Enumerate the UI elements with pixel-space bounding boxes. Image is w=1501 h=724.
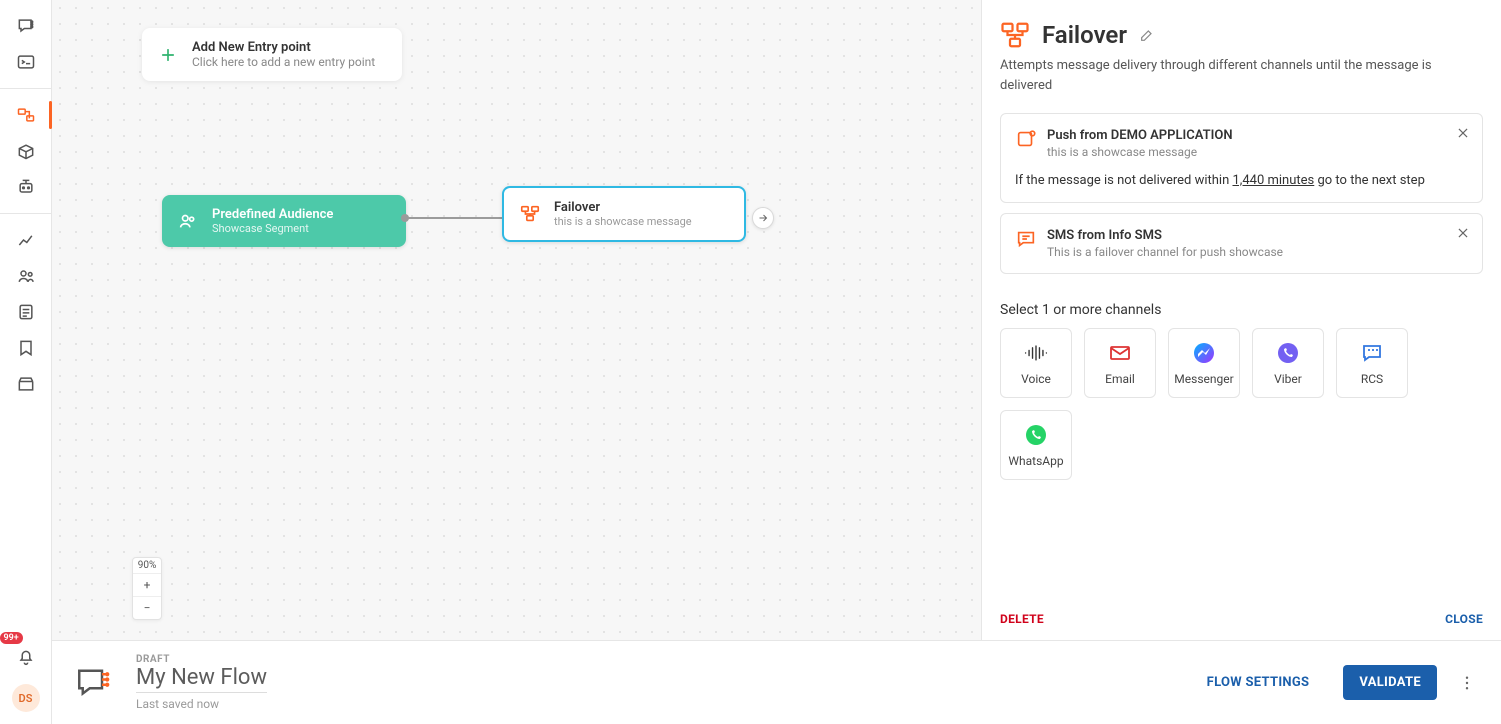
flow-status: DRAFT: [136, 654, 267, 665]
audience-icon: [176, 209, 200, 233]
rcs-icon: [1359, 340, 1385, 366]
whatsapp-icon: [1023, 422, 1049, 448]
flow-saved: Last saved now: [136, 697, 267, 711]
main: Add New Entry point Click here to add a …: [52, 0, 1501, 724]
panel-header: Failover: [1000, 20, 1483, 50]
delete-button[interactable]: DELETE: [1000, 612, 1044, 626]
more-menu-button[interactable]: [1455, 671, 1479, 695]
viber-icon: [1275, 340, 1301, 366]
channel-voice[interactable]: Voice: [1000, 328, 1072, 398]
zoom-control: 90% + −: [132, 557, 162, 620]
workspace: Add New Entry point Click here to add a …: [52, 0, 1501, 640]
zoom-out-button[interactable]: −: [133, 596, 161, 619]
push-icon: [1015, 128, 1037, 150]
close-icon: [1456, 126, 1470, 140]
channel-rcs[interactable]: RCS: [1336, 328, 1408, 398]
step-remove-button[interactable]: [1454, 224, 1472, 242]
rail-item-people[interactable]: [8, 258, 44, 294]
edit-title-button[interactable]: [1139, 27, 1155, 43]
failover-icon: [1000, 20, 1030, 50]
store-icon: [16, 374, 36, 394]
package-icon: [16, 141, 36, 161]
channel-email[interactable]: Email: [1084, 328, 1156, 398]
plus-icon: [156, 43, 180, 67]
messenger-icon: [1191, 340, 1217, 366]
close-panel-button[interactable]: CLOSE: [1445, 612, 1483, 626]
step-rule: If the message is not delivered within 1…: [1015, 173, 1468, 188]
flow-bottom-icon: [74, 662, 116, 704]
rail-item-bookmark[interactable]: [8, 330, 44, 366]
rail-item-bot[interactable]: [8, 169, 44, 205]
channel-viber[interactable]: Viber: [1252, 328, 1324, 398]
notifications-button[interactable]: 99+: [8, 638, 44, 674]
channels-label: Select 1 or more channels: [1000, 302, 1483, 318]
channel-whatsapp[interactable]: WhatsApp: [1000, 410, 1072, 480]
user-avatar[interactable]: DS: [12, 684, 40, 712]
zoom-in-button[interactable]: +: [133, 574, 161, 596]
rail-item-analytics[interactable]: [8, 222, 44, 258]
channel-messenger[interactable]: Messenger: [1168, 328, 1240, 398]
bookmark-icon: [16, 338, 36, 358]
panel-description: Attempts message delivery through differ…: [1000, 56, 1483, 95]
rail-item-flow[interactable]: [8, 97, 44, 133]
node-audience[interactable]: Predefined Audience Showcase Segment: [162, 195, 406, 247]
step-remove-button[interactable]: [1454, 124, 1472, 142]
rail-item-list[interactable]: [8, 294, 44, 330]
clipboard-icon: [16, 302, 36, 322]
flow-icon: [16, 105, 36, 125]
add-entry-subtitle: Click here to add a new entry point: [192, 55, 375, 69]
flow-settings-button[interactable]: FLOW SETTINGS: [1191, 665, 1326, 700]
add-entry-point-card[interactable]: Add New Entry point Click here to add a …: [142, 28, 402, 81]
node-failover-subtitle: this is a showcase message: [554, 215, 692, 228]
speech-bubble-icon: [16, 16, 36, 36]
rail-item-store[interactable]: [8, 366, 44, 402]
close-icon: [1456, 226, 1470, 240]
arrow-right-icon: [757, 212, 769, 224]
panel-title: Failover: [1042, 21, 1127, 49]
bell-icon: [16, 646, 36, 666]
node-failover[interactable]: Failover this is a showcase message: [502, 186, 746, 242]
node-audience-subtitle: Showcase Segment: [212, 222, 333, 235]
step-subtitle: This is a failover channel for push show…: [1047, 245, 1283, 259]
failover-icon: [518, 202, 542, 226]
validate-button[interactable]: VALIDATE: [1343, 665, 1437, 700]
terminal-icon: [16, 52, 36, 72]
sms-icon: [1015, 228, 1037, 250]
side-panel: Failover Attempts message delivery throu…: [981, 0, 1501, 640]
node-out-port[interactable]: [752, 207, 774, 229]
rail-item-conversations[interactable]: [8, 8, 44, 44]
rail-item-box[interactable]: [8, 133, 44, 169]
rail-item-broadcast[interactable]: [8, 44, 44, 80]
left-rail: 99+ DS: [0, 0, 52, 724]
bot-icon: [16, 177, 36, 197]
bottom-actions: FLOW SETTINGS VALIDATE: [1191, 665, 1479, 700]
step-card-push[interactable]: Push from DEMO APPLICATION this is a sho…: [1000, 113, 1483, 203]
flow-name[interactable]: My New Flow: [136, 665, 267, 693]
node-audience-title: Predefined Audience: [212, 207, 333, 222]
voice-icon: [1023, 340, 1049, 366]
people-icon: [16, 266, 36, 286]
node-failover-title: Failover: [554, 200, 692, 215]
chart-line-icon: [16, 230, 36, 250]
flow-meta: DRAFT My New Flow Last saved now: [136, 654, 267, 711]
bottom-bar: DRAFT My New Flow Last saved now FLOW SE…: [52, 640, 1501, 724]
pencil-icon: [1139, 27, 1155, 43]
add-entry-title: Add New Entry point: [192, 40, 375, 55]
step-card-sms[interactable]: SMS from Info SMS This is a failover cha…: [1000, 213, 1483, 274]
kebab-icon: [1458, 674, 1476, 692]
step-rule-value[interactable]: 1,440 minutes: [1232, 173, 1314, 188]
notification-badge: 99+: [0, 632, 23, 644]
canvas[interactable]: Add New Entry point Click here to add a …: [52, 0, 981, 640]
node-connector: [406, 217, 502, 219]
step-title: Push from DEMO APPLICATION: [1047, 128, 1233, 143]
channel-grid: Voice Email Messenger: [1000, 328, 1483, 480]
panel-actions: DELETE CLOSE: [1000, 598, 1483, 640]
step-subtitle: this is a showcase message: [1047, 145, 1233, 159]
step-title: SMS from Info SMS: [1047, 228, 1283, 243]
zoom-level: 90%: [133, 558, 161, 574]
email-icon: [1107, 340, 1133, 366]
